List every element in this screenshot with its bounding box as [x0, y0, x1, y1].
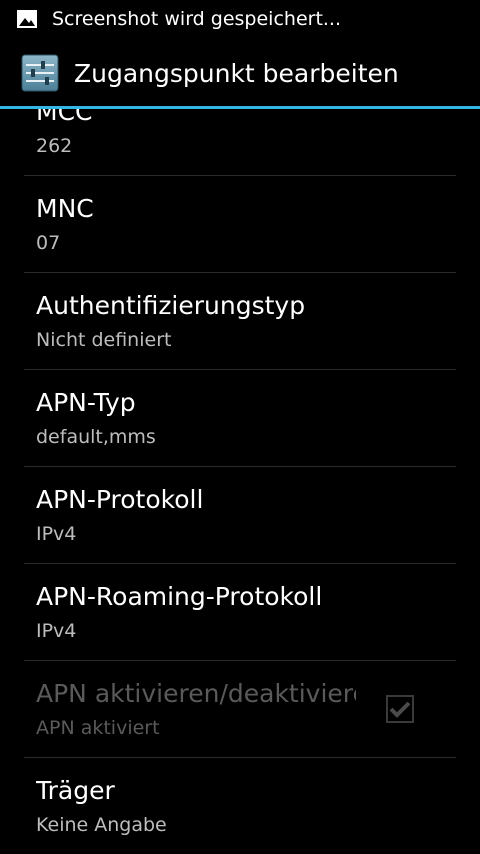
pref-title: APN-Protokoll — [36, 485, 204, 514]
checkbox-checked-icon — [386, 695, 414, 723]
image-icon — [16, 9, 38, 29]
pref-summary: APN aktiviert — [36, 717, 160, 739]
pref-summary: Keine Angabe — [36, 814, 167, 836]
pref-mnc[interactable]: MNC 07 — [0, 176, 480, 272]
pref-summary: default,mms — [36, 426, 156, 448]
pref-title: MCC — [36, 109, 93, 126]
pref-apn-protocol[interactable]: APN-Protokoll IPv4 — [0, 467, 480, 563]
pref-mcc[interactable]: MCC 262 — [0, 109, 480, 175]
pref-summary: Nicht definiert — [36, 329, 172, 351]
pref-summary: 262 — [36, 135, 73, 157]
pref-apn-type[interactable]: APN-Typ default,mms — [0, 370, 480, 466]
pref-title: Träger — [36, 776, 115, 805]
page-title: Zugangspunkt bearbeiten — [74, 58, 399, 88]
settings-sliders-icon[interactable] — [20, 53, 60, 93]
pref-apn-roaming-protocol[interactable]: APN-Roaming-Protokoll IPv4 — [0, 564, 480, 660]
preference-list[interactable]: MCC 262 MNC 07 Authentifizierungstyp Nic… — [0, 109, 480, 854]
pref-summary: 07 — [36, 232, 61, 254]
notification-text: Screenshot wird gespeichert... — [52, 8, 342, 30]
pref-carrier[interactable]: Träger Keine Angabe — [0, 758, 480, 854]
pref-title: MNC — [36, 194, 94, 223]
pref-title: APN-Typ — [36, 388, 136, 417]
pref-title: APN aktivieren/deaktivieren — [36, 679, 356, 708]
pref-title: Authentifizierungstyp — [36, 291, 306, 320]
status-bar: Screenshot wird gespeichert... — [0, 0, 480, 38]
pref-auth-type[interactable]: Authentifizierungstyp Nicht definiert — [0, 273, 480, 369]
pref-summary: IPv4 — [36, 620, 77, 642]
pref-summary: IPv4 — [36, 523, 77, 545]
pref-apn-enable: APN aktivieren/deaktivieren APN aktivier… — [0, 661, 480, 757]
action-bar: Zugangspunkt bearbeiten — [0, 38, 480, 108]
pref-title: APN-Roaming-Protokoll — [36, 582, 323, 611]
